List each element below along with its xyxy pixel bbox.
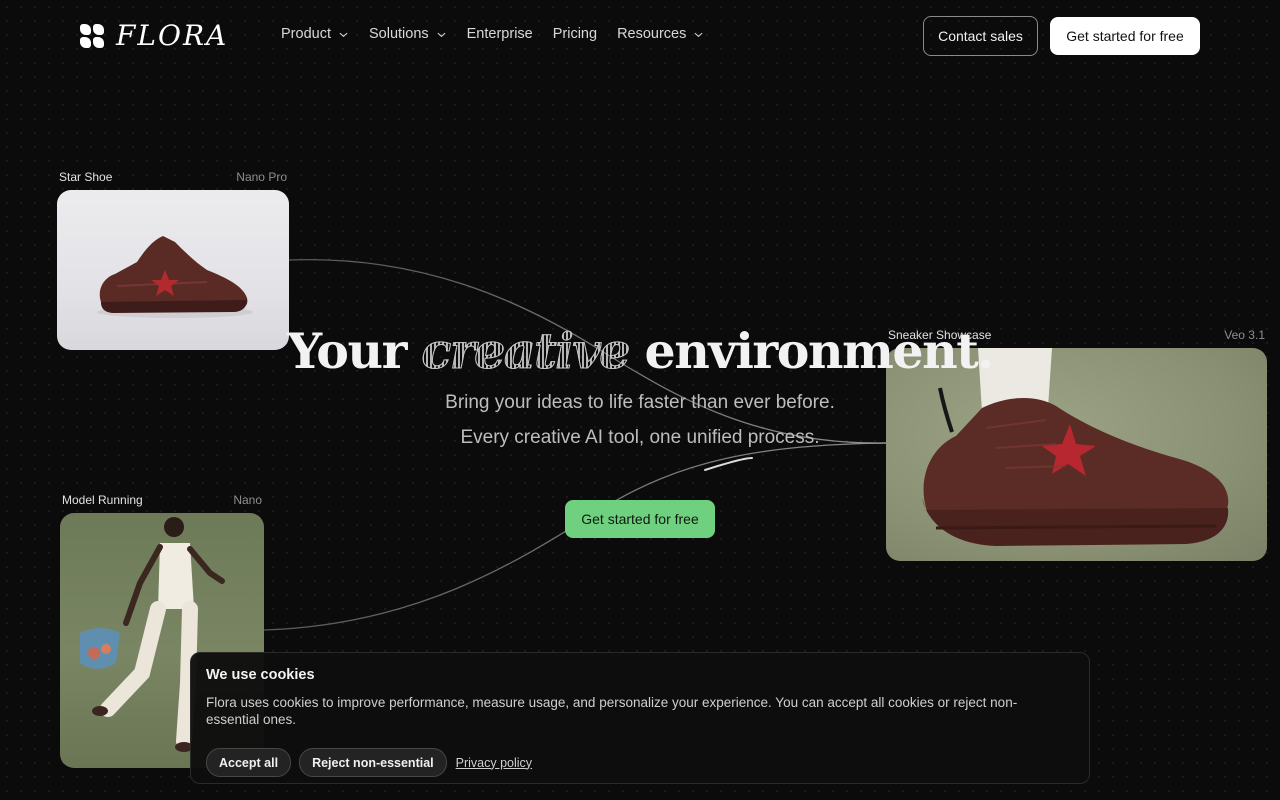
privacy-policy-link[interactable]: Privacy policy bbox=[456, 756, 532, 770]
top-nav: FLORA Product Solutions Enterprise Prici… bbox=[0, 0, 1280, 72]
accept-all-button[interactable]: Accept all bbox=[206, 748, 292, 777]
get-started-hero-button[interactable]: Get started for free bbox=[565, 500, 715, 538]
connector-highlight bbox=[704, 457, 753, 471]
card-model: Nano bbox=[233, 493, 262, 507]
reject-non-essential-button[interactable]: Reject non-essential bbox=[299, 748, 447, 777]
card-header: Model Running Nano bbox=[60, 493, 264, 507]
nav-links: Product Solutions Enterprise Pricing Res… bbox=[281, 26, 704, 42]
hero-subtitle-line2: Every creative AI tool, one unified proc… bbox=[460, 427, 820, 448]
chevron-down-icon bbox=[339, 32, 348, 37]
cookie-actions: Accept all Reject non-essential Privacy … bbox=[206, 748, 1074, 777]
card-title: Star Shoe bbox=[59, 170, 113, 184]
brand-logo[interactable]: FLORA bbox=[80, 20, 228, 52]
contact-sales-button[interactable]: Contact sales bbox=[923, 16, 1038, 56]
hero-title: Your creative environment. bbox=[0, 322, 1280, 381]
card-header: Star Shoe Nano Pro bbox=[57, 170, 289, 184]
cookie-banner: We use cookies Flora uses cookies to imp… bbox=[190, 652, 1090, 784]
hero-subtitle-line1: Bring your ideas to life faster than eve… bbox=[445, 392, 835, 413]
cookie-title: We use cookies bbox=[206, 667, 315, 683]
nav-item-product[interactable]: Product bbox=[281, 26, 349, 42]
nav-item-pricing[interactable]: Pricing bbox=[553, 26, 597, 42]
card-title: Model Running bbox=[62, 493, 143, 507]
cookie-text: Flora uses cookies to improve performanc… bbox=[206, 695, 1018, 727]
nav-item-label: Product bbox=[281, 26, 331, 42]
brand-wordmark: FLORA bbox=[116, 19, 229, 52]
nav-item-resources[interactable]: Resources bbox=[617, 26, 704, 42]
nav-item-enterprise[interactable]: Enterprise bbox=[467, 26, 533, 42]
get-started-nav-button[interactable]: Get started for free bbox=[1050, 17, 1200, 55]
hero-title-emphasis: creative bbox=[421, 322, 631, 381]
chevron-down-icon bbox=[694, 32, 703, 37]
card-model: Nano Pro bbox=[236, 170, 287, 184]
nav-item-label: Pricing bbox=[552, 26, 598, 42]
hero-title-after: environment. bbox=[644, 322, 995, 380]
hero-title-before: Your bbox=[287, 322, 407, 380]
flora-logo-icon bbox=[80, 24, 104, 48]
chevron-down-icon bbox=[437, 32, 446, 37]
nav-item-label: Enterprise bbox=[466, 26, 533, 42]
nav-item-label: Solutions bbox=[368, 26, 429, 42]
nav-item-label: Resources bbox=[617, 26, 687, 42]
nav-item-solutions[interactable]: Solutions bbox=[369, 26, 447, 42]
